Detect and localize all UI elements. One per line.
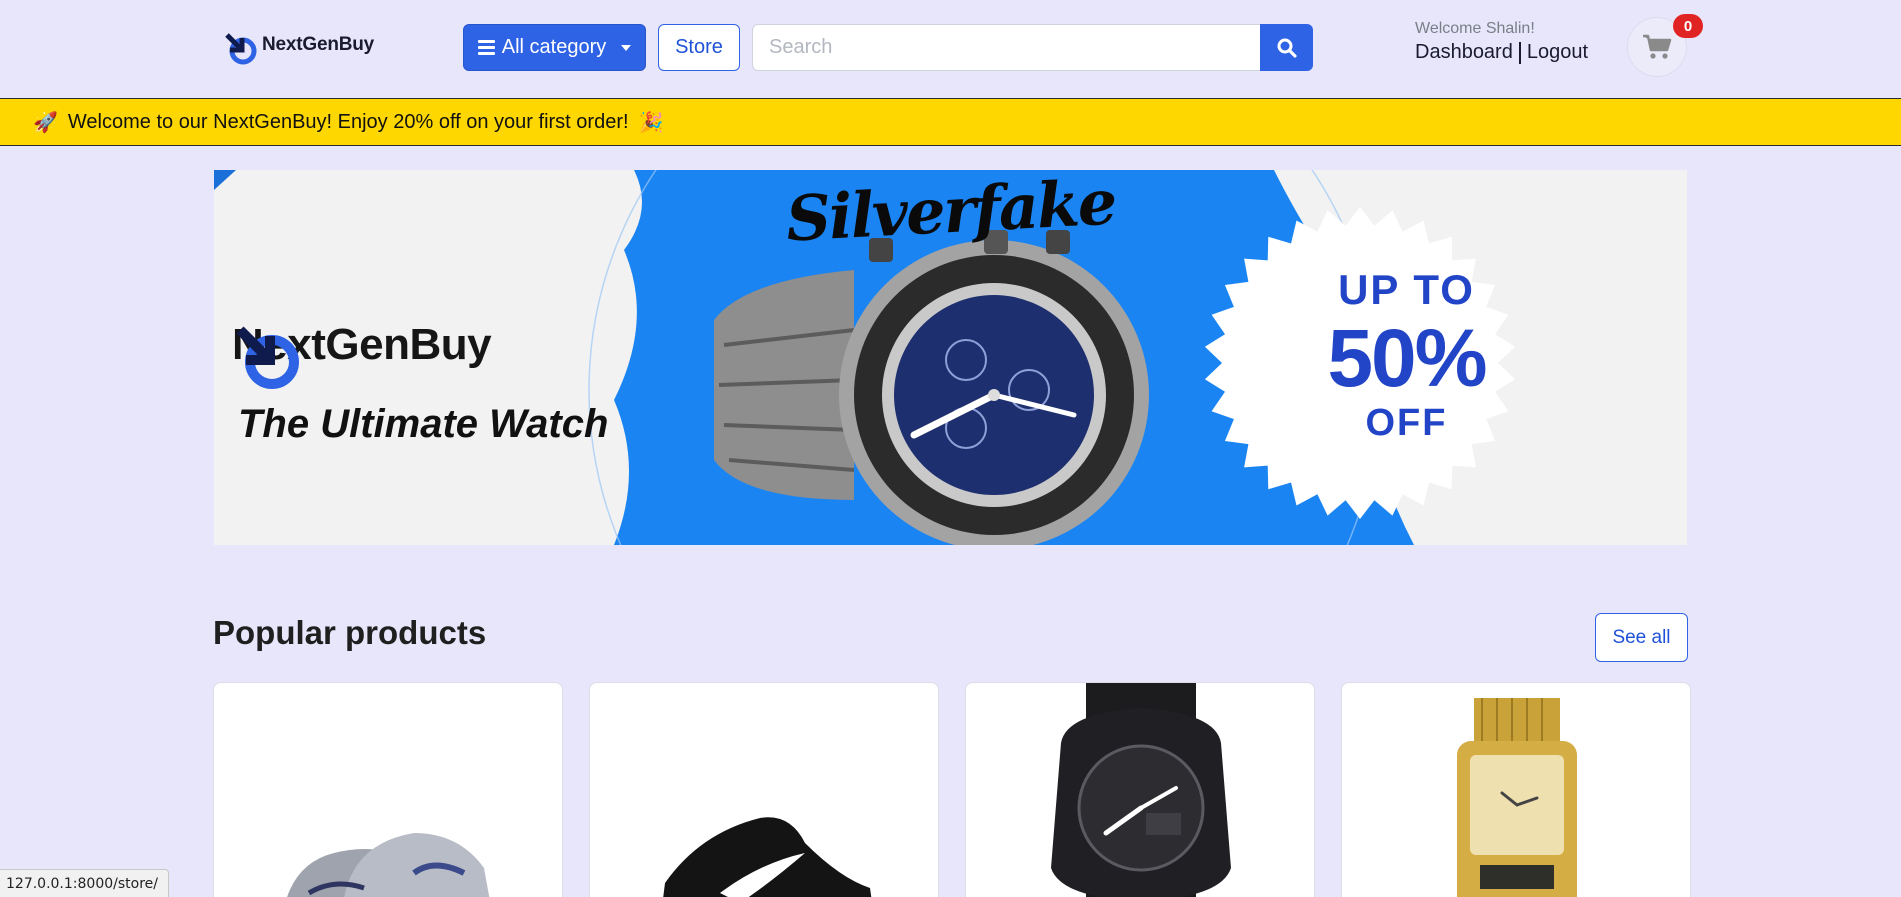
logout-link[interactable]: Logout <box>1527 41 1588 64</box>
black-sneaker-image <box>663 817 872 897</box>
logo-icon <box>236 326 299 389</box>
banner-tagline: The Ultimate Watch <box>238 402 609 446</box>
chevron-down-icon <box>621 44 632 51</box>
product-card[interactable] <box>589 682 939 897</box>
product-card[interactable] <box>965 682 1315 897</box>
user-links: Dashboard Logout <box>1415 41 1588 64</box>
link-divider <box>1518 41 1521 64</box>
menu-icon <box>477 40 495 55</box>
dashboard-link[interactable]: Dashboard <box>1415 41 1513 64</box>
logo-text: NextGenBuy <box>262 34 375 55</box>
grey-sneakers-image <box>287 833 490 897</box>
gshock-watch-image <box>1051 683 1231 897</box>
announcement-bar: 🚀 Welcome to our NextGenBuy! Enjoy 20% o… <box>0 98 1901 146</box>
site-header: NextGenBuy All category Store Welcome Sh… <box>0 0 1901 98</box>
popular-products-heading: Popular products <box>213 614 487 651</box>
welcome-text: Welcome Shalin! <box>1415 20 1535 37</box>
hero-banner[interactable]: NextGenBuy The Ultimate Watch Silverfake… <box>214 170 1687 545</box>
promo-up-to: UP TO <box>1338 266 1475 313</box>
search-button[interactable] <box>1260 24 1313 71</box>
promo-percent: 50% <box>1327 313 1487 404</box>
gold-watch-image <box>1457 698 1577 897</box>
logo-icon <box>225 33 257 65</box>
search-input[interactable] <box>752 24 1260 71</box>
browser-status-url: 127.0.0.1:8000/store/ <box>0 869 169 897</box>
search-icon <box>1277 38 1297 58</box>
see-all-button[interactable]: See all <box>1595 613 1688 662</box>
product-card[interactable] <box>1341 682 1691 897</box>
party-popper-icon: 🎉 <box>638 111 664 134</box>
cart-icon <box>1643 34 1672 59</box>
store-button[interactable]: Store <box>658 24 740 71</box>
brand-logo[interactable]: NextGenBuy <box>224 30 374 66</box>
product-grid <box>213 682 1691 897</box>
search-bar <box>752 24 1313 71</box>
rocket-icon: 🚀 <box>33 111 58 134</box>
all-category-button[interactable]: All category <box>463 24 646 71</box>
cart-count-badge: 0 <box>1673 14 1703 38</box>
product-card[interactable] <box>213 682 563 897</box>
all-category-label: All category <box>501 36 607 58</box>
promo-off: OFF <box>1365 402 1448 444</box>
announcement-text: Welcome to our NextGenBuy! Enjoy 20% off… <box>67 110 629 133</box>
banner-logo: NextGenBuy <box>232 320 492 389</box>
